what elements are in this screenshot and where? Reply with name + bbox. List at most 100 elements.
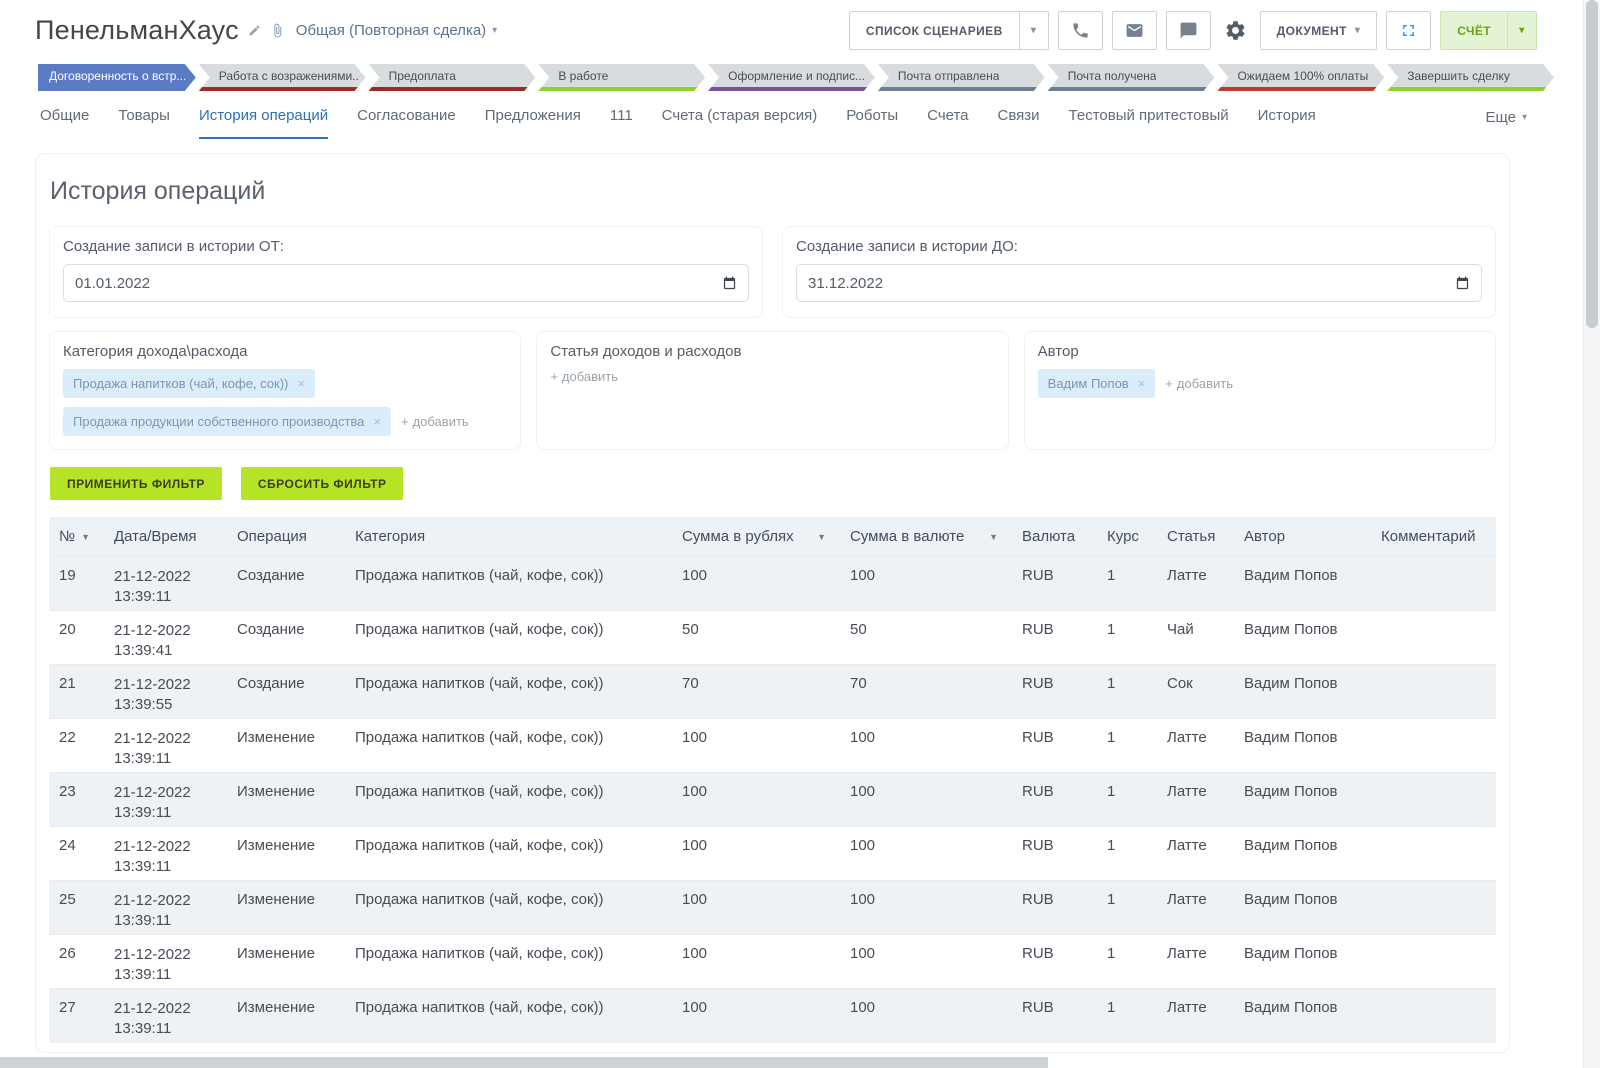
pipeline-stage-4[interactable]: В работе [538, 64, 705, 91]
table-cell: RUB [1014, 935, 1099, 989]
table-row[interactable]: 2121-12-202213:39:55СозданиеПродажа напи… [49, 665, 1496, 719]
tab-6[interactable]: 111 [610, 107, 633, 139]
calendar-icon [722, 276, 737, 291]
pipeline-stage-9[interactable]: Завершить сделку [1387, 64, 1554, 91]
author-add-link[interactable]: + добавить [1165, 376, 1233, 391]
mail-button[interactable] [1112, 11, 1157, 50]
scenarios-button[interactable]: СПИСОК СЦЕНАРИЕВ [849, 11, 1019, 50]
column-header-label: Операция [237, 528, 307, 545]
invoice-button[interactable]: СЧЁТ [1440, 11, 1507, 50]
tab-1[interactable]: Общие [40, 107, 89, 139]
stage-label: Работа с возражениями... [219, 69, 360, 83]
table-cell: Латте [1159, 827, 1236, 881]
tab-9[interactable]: Счета [927, 107, 968, 139]
date-line: 21-12-2022 [114, 945, 221, 965]
apply-filter-button[interactable]: ПРИМЕНИТЬ ФИЛЬТР [50, 467, 222, 500]
column-header-5[interactable]: Сумма в рублях▼ [674, 517, 842, 557]
chip-remove-icon[interactable]: × [373, 414, 381, 429]
pipeline-stage-1[interactable]: Договоренность о встр... [35, 64, 196, 91]
table-cell: Вадим Попов [1236, 665, 1373, 719]
pipeline-stage-8[interactable]: Ожидаем 100% оплаты [1217, 64, 1384, 91]
phone-button[interactable] [1058, 11, 1103, 50]
stage-label: В работе [558, 69, 608, 83]
tab-5[interactable]: Предложения [485, 107, 581, 139]
table-row[interactable]: 2321-12-202213:39:11ИзменениеПродажа нап… [49, 773, 1496, 827]
table-cell: Продажа напитков (чай, кофе, сок)) [347, 935, 674, 989]
table-row[interactable]: 2021-12-202213:39:41СозданиеПродажа напи… [49, 611, 1496, 665]
table-cell: 100 [842, 773, 1014, 827]
table-row[interactable]: 2221-12-202213:39:11ИзменениеПродажа нап… [49, 719, 1496, 773]
vertical-scrollbar-thumb[interactable] [1586, 0, 1598, 328]
pipeline-stage-5[interactable]: Оформление и подпис... [708, 64, 875, 91]
date-line: 21-12-2022 [114, 999, 221, 1019]
reset-filter-button[interactable]: СБРОСИТЬ ФИЛЬТР [241, 467, 404, 500]
category-add-link[interactable]: + добавить [401, 414, 469, 429]
sort-icon[interactable]: ▼ [81, 532, 98, 542]
edit-title-icon[interactable] [248, 24, 261, 37]
scenarios-dropdown-button[interactable]: ▾ [1019, 11, 1049, 50]
category-filter-box: Категория дохода\расхода Продажа напитко… [49, 331, 521, 450]
tab-4[interactable]: Согласование [357, 107, 456, 139]
sort-icon[interactable]: ▼ [989, 532, 1006, 542]
settings-gear-icon[interactable] [1224, 19, 1247, 42]
tab-12[interactable]: История [1258, 107, 1316, 139]
plus-icon: + [1165, 376, 1173, 391]
pipeline-stage-6[interactable]: Почта отправлена [878, 64, 1045, 91]
table-cell: Чай [1159, 611, 1236, 665]
date-from-input[interactable]: 01.01.2022 [63, 264, 749, 302]
tab-8[interactable]: Роботы [846, 107, 898, 139]
tab-10[interactable]: Связи [998, 107, 1040, 139]
table-row[interactable]: 2621-12-202213:39:11ИзменениеПродажа нап… [49, 935, 1496, 989]
column-header-6[interactable]: Сумма в валюте▼ [842, 517, 1014, 557]
tab-11[interactable]: Тестовый притестовый [1069, 107, 1229, 139]
column-header-10: Автор [1236, 517, 1373, 557]
date-to-input[interactable]: 31.12.2022 [796, 264, 1482, 302]
invoice-dropdown-button[interactable]: ▾ [1507, 11, 1537, 50]
chip-remove-icon[interactable]: × [297, 376, 305, 391]
add-label: добавить [562, 369, 618, 384]
main-content: История операций Создание записи в истор… [0, 139, 1600, 1053]
stage-label: Почта отправлена [898, 69, 999, 83]
table-cell: RUB [1014, 827, 1099, 881]
table-row[interactable]: 2721-12-202213:39:11ИзменениеПродажа нап… [49, 989, 1496, 1043]
tab-3[interactable]: История операций [199, 107, 328, 139]
column-header-1[interactable]: №▼ [49, 517, 106, 557]
date-line: 21-12-2022 [114, 567, 221, 587]
table-row[interactable]: 1921-12-202213:39:11СозданиеПродажа напи… [49, 557, 1496, 611]
deal-title-block: ПенельманХаус Общая (Повторная сделка) ▾ [35, 15, 497, 46]
tab-7[interactable]: Счета (старая версия) [662, 107, 818, 139]
sort-icon[interactable]: ▼ [817, 532, 834, 542]
table-header-row: №▼Дата/ВремяОперацияКатегорияСумма в руб… [49, 517, 1496, 557]
date-filters: Создание записи в истории ОТ: 01.01.2022… [49, 226, 1496, 318]
pipeline-selector[interactable]: Общая (Повторная сделка) ▾ [296, 22, 497, 39]
table-cell: 100 [842, 935, 1014, 989]
table-row[interactable]: 2421-12-202213:39:11ИзменениеПродажа нап… [49, 827, 1496, 881]
table-cell: Латте [1159, 719, 1236, 773]
chat-button[interactable] [1166, 11, 1211, 50]
table-cell: Вадим Попов [1236, 557, 1373, 611]
fullscreen-button[interactable] [1386, 11, 1431, 50]
column-header-inner: Сумма в рублях▼ [682, 528, 834, 545]
plus-icon: + [550, 369, 558, 384]
table-cell: 22 [49, 719, 106, 773]
table-cell: 1 [1099, 719, 1159, 773]
table-cell: Изменение [229, 935, 347, 989]
attachment-icon[interactable] [270, 23, 285, 38]
tab-2[interactable]: Товары [118, 107, 170, 139]
pipeline-label: Общая (Повторная сделка) [296, 22, 486, 39]
date-line: 21-12-2022 [114, 837, 221, 857]
pipeline-stage-2[interactable]: Работа с возражениями... [199, 64, 366, 91]
chip-remove-icon[interactable]: × [1138, 376, 1146, 391]
table-row[interactable]: 2521-12-202213:39:11ИзменениеПродажа нап… [49, 881, 1496, 935]
filter-actions: ПРИМЕНИТЬ ФИЛЬТР СБРОСИТЬ ФИЛЬТР [50, 467, 1496, 500]
horizontal-scrollbar[interactable] [0, 1057, 1583, 1068]
date-line: 13:39:11 [114, 749, 221, 769]
tab-more[interactable]: Еще ▾ [1485, 109, 1527, 139]
horizontal-scrollbar-thumb[interactable] [0, 1057, 1048, 1068]
document-button[interactable]: ДОКУМЕНТ ▾ [1260, 11, 1378, 50]
pipeline-stage-3[interactable]: Предоплата [369, 64, 536, 91]
document-button-label: ДОКУМЕНТ [1277, 24, 1347, 38]
vertical-scrollbar[interactable] [1583, 0, 1600, 1068]
article-add-link[interactable]: + добавить [550, 369, 618, 384]
pipeline-stage-7[interactable]: Почта получена [1048, 64, 1215, 91]
